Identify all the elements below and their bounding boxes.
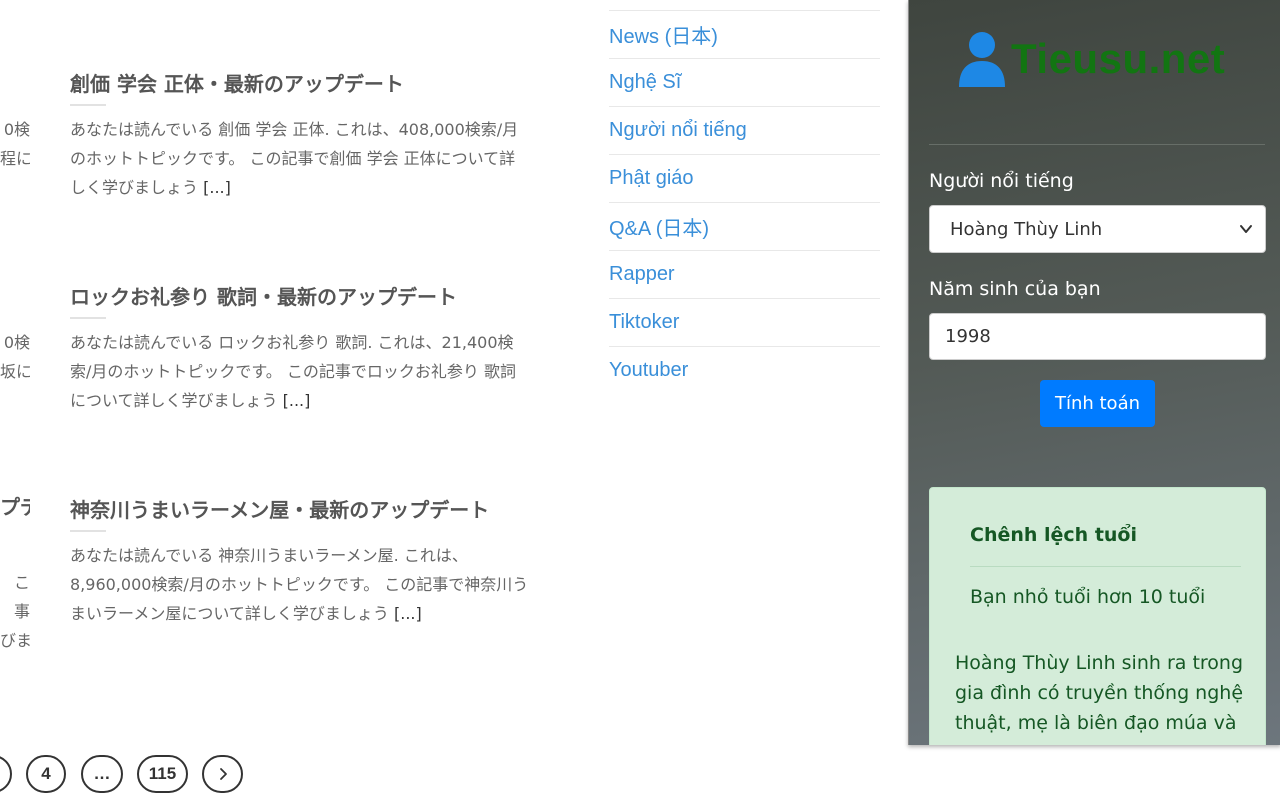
category-link-youtuber[interactable]: Youtuber <box>609 359 688 382</box>
celebrity-selected-value: Hoàng Thùy Linh <box>950 218 1103 240</box>
celebrity-label: Người nổi tiếng <box>929 170 1074 192</box>
celebrity-select[interactable]: Hoàng Thùy Linh <box>929 205 1266 253</box>
birth-year-label: Năm sinh của bạn <box>929 278 1101 300</box>
category-link-news[interactable]: News (日本) <box>609 20 718 49</box>
age-calculator-widget: Tieusu.net Người nổi tiếng Hoàng Thùy Li… <box>908 0 1280 745</box>
article-excerpt: あなたは読んでいる ロックお礼参り 歌詞. これは、21,400検索/月のホット… <box>70 333 516 410</box>
article-excerpt: あなたは読んでいる 創価 学会 正体. これは、408,000検索/月のホットト… <box>70 120 519 197</box>
read-more-link[interactable]: [...] <box>203 178 231 197</box>
category-item: Phật giáo <box>609 154 880 202</box>
celebrity-bio: Hoàng Thùy Linh sinh ra trong gia đình c… <box>955 652 1244 734</box>
calculate-button[interactable]: Tính toán <box>1040 380 1155 427</box>
category-item: Youtuber <box>609 346 880 394</box>
category-link-nguoi-noi-tieng[interactable]: Người nổi tiếng <box>609 119 747 142</box>
pagination-page-115[interactable]: 115 <box>137 755 188 793</box>
logo-text: Tieusu.net <box>1011 35 1226 82</box>
article-excerpt: あなたは読んでいる 神奈川うまいラーメン屋. これは、8,960,000検索/月… <box>70 546 529 623</box>
user-icon <box>959 32 1005 87</box>
cutoff-title[interactable]: プデ <box>0 495 30 519</box>
birth-year-input[interactable] <box>929 313 1266 360</box>
article-title[interactable]: 神奈川うまいラーメン屋・最新のアップデート <box>70 494 489 523</box>
pagination-next-button[interactable] <box>202 755 243 793</box>
pagination-ellipsis: … <box>81 755 123 793</box>
article-list: 0検程に 0検坂に プデ こ事びま 創価 学会 正体・最新のアップデート あなた… <box>0 0 560 720</box>
pagination-page-4[interactable]: 4 <box>26 755 66 793</box>
divider <box>970 566 1241 567</box>
site-logo[interactable]: Tieusu.net <box>957 30 1225 88</box>
chevron-down-icon <box>1240 225 1252 233</box>
category-link-rapper[interactable]: Rapper <box>609 263 675 286</box>
chevron-right-icon <box>219 768 227 780</box>
category-link-phat-giao[interactable]: Phật giáo <box>609 167 694 190</box>
divider <box>929 144 1265 145</box>
category-link-tiktoker[interactable]: Tiktoker <box>609 311 679 334</box>
age-difference-text: Bạn nhỏ tuổi hơn 10 tuổi <box>970 586 1206 608</box>
category-item: Tiktoker <box>609 298 880 346</box>
article-title[interactable]: 創価 学会 正体・最新のアップデート <box>70 68 404 97</box>
category-link-qa[interactable]: Q&A (日本) <box>609 212 709 241</box>
category-item: News (日本) <box>609 10 880 58</box>
category-link-nghe-si[interactable]: Nghệ Sĩ <box>609 71 681 94</box>
title-underline <box>70 104 106 106</box>
article-title[interactable]: ロックお礼参り 歌詞・最新のアップデート <box>70 281 457 310</box>
category-item: Q&A (日本) <box>609 202 880 250</box>
category-item: Nghệ Sĩ <box>609 58 880 106</box>
category-item: Rapper <box>609 250 880 298</box>
cutoff-text: 0検 程に <box>0 120 30 168</box>
title-underline <box>70 530 106 532</box>
category-list: News (日本) Nghệ Sĩ Người nổi tiếng Phật g… <box>609 10 880 394</box>
pagination-prev-page[interactable] <box>0 755 12 793</box>
category-item: Người nổi tiếng <box>609 106 880 154</box>
read-more-link[interactable]: [...] <box>394 604 422 623</box>
cutoff-text: こ事びま <box>0 573 30 650</box>
cutoff-text: 0検 坂に <box>0 333 30 381</box>
title-underline <box>70 317 106 319</box>
read-more-link[interactable]: [...] <box>283 391 311 410</box>
result-card: Chênh lệch tuổi Bạn nhỏ tuổi hơn 10 tuổi… <box>929 487 1266 745</box>
result-title: Chênh lệch tuổi <box>970 524 1138 546</box>
